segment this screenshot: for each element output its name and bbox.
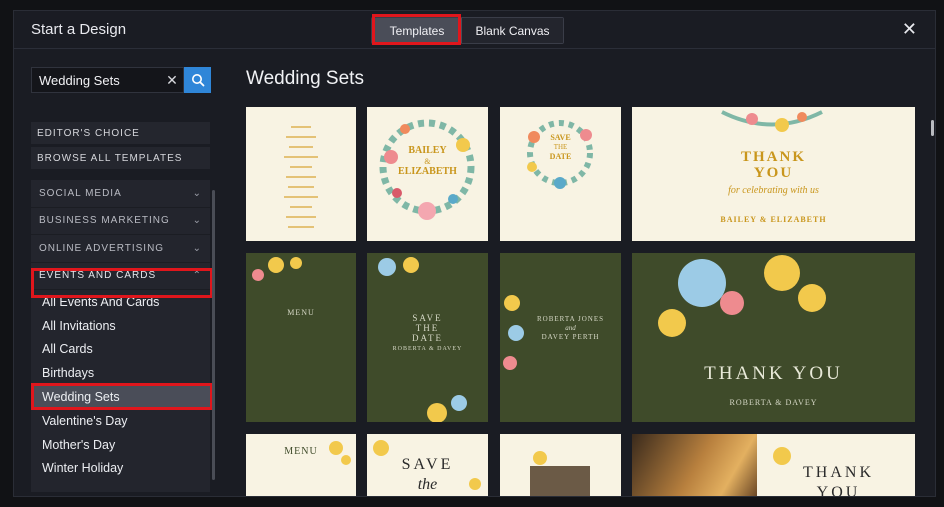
chevron-down-icon: ⌄ (192, 242, 202, 254)
template-card[interactable]: THANK YOU ROBERTA & DAVEY (632, 253, 915, 422)
card-names: ROBERTA & DAVEY (392, 346, 463, 352)
card-title: YOU (753, 165, 794, 181)
card-title: THE (415, 323, 440, 333)
subcategory-mothers-day[interactable]: Mother's Day (31, 433, 210, 457)
floral-top (721, 110, 823, 132)
template-card[interactable]: MENU (246, 253, 356, 422)
template-card[interactable]: THANK YOU (632, 434, 915, 497)
sidebar: ✕ EDITOR'S CHOICE BROWSE ALL TEMPLATES S… (14, 50, 228, 496)
floral-wreath (527, 120, 593, 189)
card-title: MENU (287, 308, 315, 317)
search-button[interactable] (184, 67, 211, 93)
floral-corner (252, 257, 302, 281)
subcategory-birthdays[interactable]: Birthdays (31, 361, 210, 385)
tab-switcher: Templates Blank Canvas (371, 17, 564, 44)
card-title: & (424, 157, 431, 166)
template-card[interactable]: MENU (246, 434, 356, 496)
gallery-scrollbar[interactable] (931, 120, 934, 136)
card-title: the (417, 476, 438, 493)
template-card[interactable] (500, 434, 621, 496)
subcategory-all-cards[interactable]: All Cards (31, 338, 210, 362)
subcategory-wedding-sets[interactable]: Wedding Sets (31, 385, 210, 409)
category-social-media[interactable]: SOCIAL MEDIA ⌄ (31, 180, 210, 208)
close-icon[interactable]: ✕ (902, 19, 917, 39)
subcategory-valentines-day[interactable]: Valentine's Day (31, 409, 210, 433)
category-business-marketing[interactable]: BUSINESS MARKETING ⌄ (31, 208, 210, 235)
template-gallery: Wedding Sets BAILEY & ELIZABETH SAVE THE… (228, 50, 935, 497)
template-grid: BAILEY & ELIZABETH SAVE THE DATE THANK Y… (246, 107, 916, 497)
card-title: DATE (549, 152, 572, 161)
template-card[interactable]: THANK YOU for celebrating with us BAILEY… (632, 107, 915, 241)
chevron-down-icon: ⌄ (192, 187, 202, 199)
template-card[interactable]: ROBERTA JONES and DAVEY PERTH (500, 253, 621, 422)
template-card[interactable]: SAVE THE DATE ROBERTA & DAVEY (367, 253, 488, 422)
template-card[interactable] (246, 107, 356, 241)
menu-text-lines (284, 126, 318, 228)
search-input[interactable] (32, 68, 183, 92)
card-title: SAVE (412, 313, 443, 323)
search-icon (191, 74, 204, 87)
card-names: BAILEY & ELIZABETH (720, 215, 827, 224)
floral-large (658, 255, 826, 337)
category-label: BUSINESS MARKETING (39, 215, 170, 227)
card-title: THE (553, 143, 568, 151)
category-label: EVENTS AND CARDS (39, 270, 157, 282)
card-title: BAILEY (408, 145, 447, 156)
start-design-modal: Start a Design Templates Blank Canvas ✕ … (13, 10, 936, 497)
modal-header: Start a Design Templates Blank Canvas ✕ (14, 11, 935, 49)
browse-all-templates-button[interactable]: BROWSE ALL TEMPLATES (31, 147, 210, 169)
card-title: SAVE (401, 456, 454, 473)
sidebar-scrollbar[interactable] (212, 190, 215, 480)
card-title: THANK YOU (704, 363, 843, 384)
template-card[interactable]: BAILEY & ELIZABETH (367, 107, 488, 241)
category-list: SOCIAL MEDIA ⌄ BUSINESS MARKETING ⌄ ONLI… (31, 180, 210, 492)
subcategory-all-events-and-cards[interactable]: All Events And Cards (31, 290, 210, 314)
card-subtitle: for celebrating with us (728, 185, 819, 196)
card-names: ROBERTA & DAVEY (729, 398, 818, 407)
card-title: DAVEY PERTH (541, 333, 600, 341)
card-title: SAVE (550, 133, 571, 142)
category-events-and-cards[interactable]: EVENTS AND CARDS ⌃ (31, 263, 210, 290)
gallery-title: Wedding Sets (246, 68, 364, 89)
editors-choice-button[interactable]: EDITOR'S CHOICE (31, 122, 210, 144)
tab-templates[interactable]: Templates (372, 18, 462, 43)
chevron-up-icon: ⌃ (192, 270, 202, 282)
card-title: THANK (740, 149, 806, 165)
card-title: and (565, 324, 576, 332)
card-title: ROBERTA JONES (536, 315, 605, 323)
category-label: ONLINE ADVERTISING (39, 242, 165, 254)
category-online-advertising[interactable]: ONLINE ADVERTISING ⌄ (31, 235, 210, 263)
chevron-down-icon: ⌄ (192, 215, 202, 227)
template-card[interactable]: SAVE the (367, 434, 488, 496)
card-title: YOU (816, 484, 861, 497)
template-card[interactable]: SAVE THE DATE (500, 107, 621, 241)
template-photo (632, 434, 757, 496)
card-title: DATE (412, 333, 443, 343)
clear-search-icon[interactable]: ✕ (162, 67, 182, 93)
card-title: ELIZABETH (398, 166, 457, 177)
subcategory-winter-holiday[interactable]: Winter Holiday (31, 457, 210, 481)
subcategory-all-invitations[interactable]: All Invitations (31, 314, 210, 338)
modal-title: Start a Design (31, 21, 127, 38)
card-title: MENU (284, 446, 318, 457)
tab-blank-canvas[interactable]: Blank Canvas (462, 18, 563, 43)
photo-frame (530, 451, 590, 496)
card-title: THANK (803, 464, 874, 481)
category-label: SOCIAL MEDIA (39, 187, 122, 199)
